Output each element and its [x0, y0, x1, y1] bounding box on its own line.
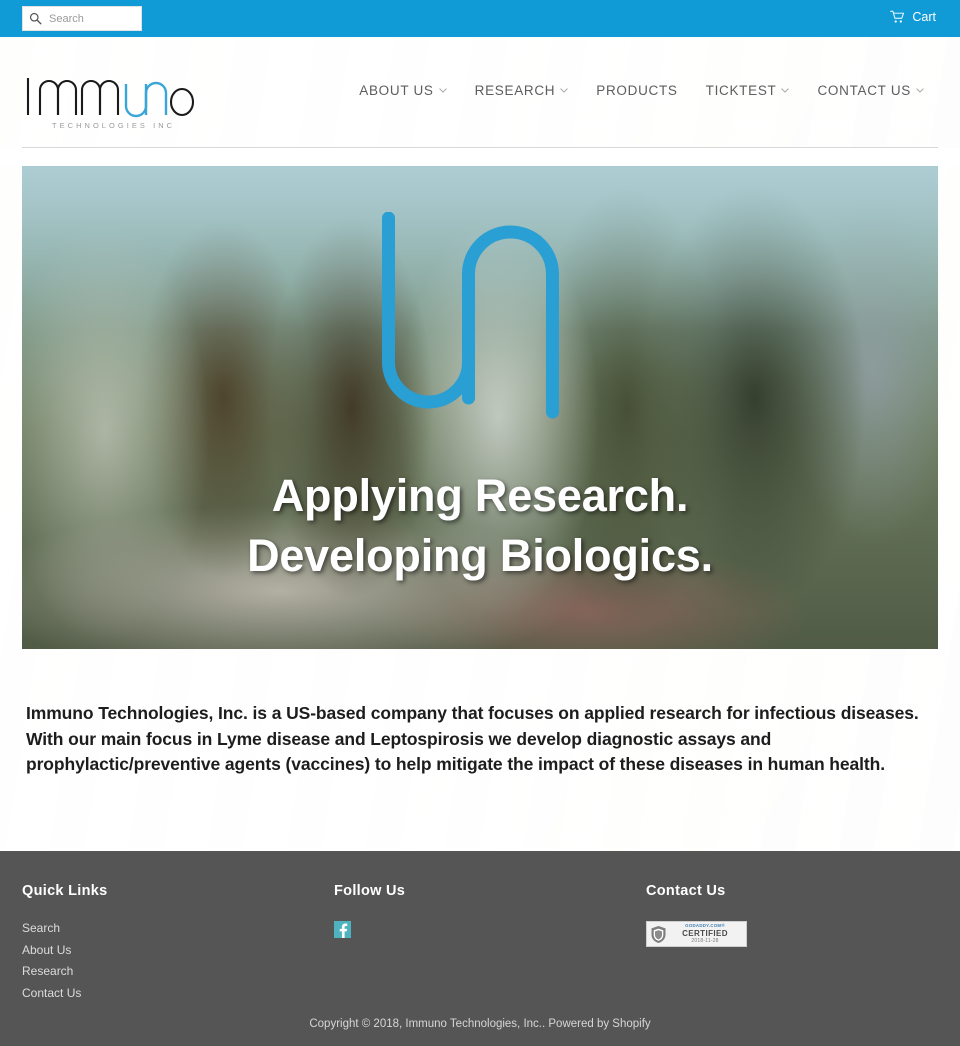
nav-label: CONTACT US [817, 83, 911, 98]
seal-status-text: CERTIFIED [682, 928, 728, 938]
chevron-down-icon [438, 88, 447, 93]
nav-label: ABOUT US [359, 83, 434, 98]
footer-follow-us-title: Follow Us [334, 883, 406, 899]
nav-item-products[interactable]: PRODUCTS [582, 75, 691, 106]
nav-item-contact-us[interactable]: CONTACT US [803, 75, 938, 106]
site-header: TECHNOLOGIES INC ABOUT US RESEARCH PRODU… [0, 37, 960, 148]
top-utility-bar: Cart [0, 0, 960, 37]
footer-link-about-us[interactable]: About Us [22, 943, 334, 957]
search-input[interactable] [47, 11, 135, 26]
hero-heading-line-2: Developing Biologics. [247, 529, 713, 581]
seal-brand-text: GODADDY.COM® [685, 922, 725, 928]
header-divider [22, 147, 938, 148]
footer-follow-us-column: Follow Us [334, 883, 646, 1007]
footer-link-contact-us[interactable]: Contact Us [22, 986, 334, 1000]
hero-heading: Applying Research. Developing Biologics. [22, 466, 938, 586]
search-icon [29, 12, 42, 25]
main-navigation: ABOUT US RESEARCH PRODUCTS TICKTEST CONT… [345, 75, 938, 110]
hero-heading-line-1: Applying Research. [271, 470, 689, 521]
logo-link[interactable]: TECHNOLOGIES INC [22, 54, 212, 132]
immuno-monogram-icon [382, 212, 559, 419]
nav-label: RESEARCH [474, 83, 556, 98]
search-box[interactable] [22, 6, 142, 31]
nav-item-ticktest[interactable]: TICKTEST [692, 75, 804, 106]
nav-label: TICKTEST [705, 83, 777, 98]
immuno-logo: TECHNOLOGIES INC [26, 77, 195, 130]
footer-contact-us-column: Contact Us GODADDY.COM® CERTIFIED 2018-1… [646, 883, 938, 1007]
chevron-down-icon [916, 88, 924, 93]
facebook-icon [334, 921, 351, 938]
seal-date-text: 2018-11-28 [691, 938, 719, 945]
godaddy-certified-seal[interactable]: GODADDY.COM® CERTIFIED 2018-11-28 [646, 921, 747, 947]
nav-item-about-us[interactable]: ABOUT US [345, 75, 460, 106]
footer-quick-links-title: Quick Links [22, 883, 108, 899]
main-content: Applying Research. Developing Biologics.… [0, 166, 960, 883]
logo-tagline-text: TECHNOLOGIES INC [52, 121, 175, 130]
shield-icon [651, 925, 666, 943]
chevron-down-icon [560, 88, 568, 93]
copyright-text: Copyright © 2018, Immuno Technologies, I… [309, 1018, 651, 1030]
cart-label: Cart [912, 10, 936, 24]
nav-item-research[interactable]: RESEARCH [461, 75, 583, 106]
cart-icon [890, 10, 905, 23]
cart-link[interactable]: Cart [890, 10, 936, 24]
footer-contact-us-title: Contact Us [646, 883, 726, 899]
footer-link-research[interactable]: Research [22, 964, 334, 978]
nav-label: PRODUCTS [596, 83, 678, 98]
footer-link-search[interactable]: Search [22, 921, 334, 935]
intro-paragraph: Immuno Technologies, Inc. is a US-based … [26, 703, 919, 775]
footer-quick-links-column: Quick Links Search About Us Research Con… [22, 883, 334, 1007]
site-footer: Quick Links Search About Us Research Con… [0, 851, 960, 1046]
chevron-down-icon [781, 88, 790, 93]
hero-banner[interactable]: Applying Research. Developing Biologics. [22, 166, 938, 649]
facebook-link[interactable] [334, 921, 646, 938]
